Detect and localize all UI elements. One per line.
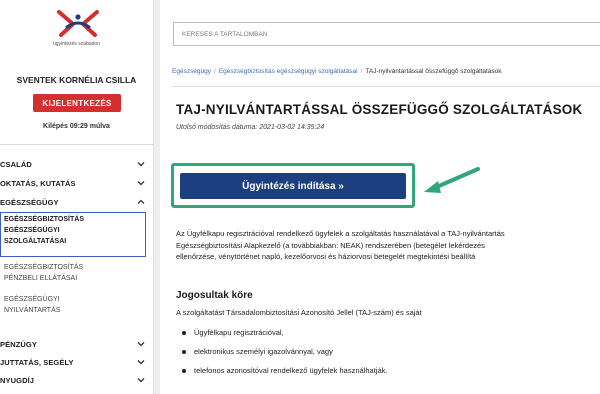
description-paragraph: Az Ügyfélkapu regisztrációval rendelkező…	[176, 228, 600, 263]
logout-button[interactable]: KIJELENTKEZÉS	[33, 94, 121, 112]
nav-item-juttatas[interactable]: JUTTATÁS, SEGÉLY	[0, 355, 153, 369]
section-title-jogosultak: Jogosultak köre	[176, 290, 253, 301]
chevron-down-icon	[137, 162, 145, 167]
breadcrumb-divider	[172, 86, 600, 87]
chevron-down-icon	[137, 378, 145, 383]
breadcrumb-link-egeszsegbiztositas[interactable]: Egészségbiztosítás egészségügyi szolgált…	[219, 68, 358, 75]
logout-timer: Kilépés 09:29 múlva	[43, 123, 110, 130]
breadcrumb: Egészségügy / Egészségbiztosítás egészségü…	[172, 68, 502, 75]
nav-item-penzugy[interactable]: PÉNZÜGY	[0, 337, 153, 351]
nav-item-label: CSALÁD	[0, 159, 32, 169]
list-item: telefonos azonosítóval rendelkező ügyfel…	[180, 361, 580, 380]
subitem-line: SZOLGÁLTATÁSAI	[4, 238, 67, 245]
chevron-down-icon	[137, 342, 145, 347]
sidebar-divider	[0, 144, 153, 145]
list-item: Ügyfélkapu regisztrációval,	[180, 323, 580, 342]
sidebar-scrollbar[interactable]	[153, 0, 160, 394]
nav-item-nyugdij[interactable]: NYUGDÍJ	[0, 373, 153, 387]
nav-item-label: EGÉSZSÉGÜGY	[0, 197, 59, 207]
chevron-up-icon	[137, 199, 145, 204]
page-title: TAJ-NYILVÁNTARTÁSSAL ÖSSZEFÜGGŐ SZOLGÁLT…	[176, 102, 583, 117]
start-procedure-button[interactable]: Ügyintézés indítása »	[180, 173, 406, 199]
subitem-line: EGÉSZSÉGÜGYI	[4, 227, 60, 234]
search-box[interactable]	[173, 22, 600, 46]
paragraph-line: Az Ügyfélkapu regisztrációval rendelkező…	[176, 229, 505, 238]
breadcrumb-separator: /	[214, 68, 216, 75]
list-item: elektronikus személyi igazolvánnyal, vag…	[180, 342, 580, 361]
nav-item-label: OKTATÁS, KUTATÁS	[0, 178, 76, 188]
user-name: SVENTEK KORNÉLIA CSILLA	[16, 75, 137, 85]
section-text: A szolgáltatást Társadalombiztosítási Az…	[176, 308, 422, 317]
subitem-line: PÉNZBELI ELLÁTÁSAI	[4, 275, 78, 282]
paragraph-line: Egészségbiztosítási Alapkezelő (a tovább…	[176, 240, 485, 250]
breadcrumb-separator: /	[360, 68, 363, 75]
chevron-down-icon	[137, 360, 145, 365]
main-content: Egészségügy/Egészségbiztosítás egészségü…	[160, 0, 600, 394]
nav-item-label: JUTTATÁS, SEGÉLY	[0, 357, 74, 367]
pointer-arrow-icon	[424, 167, 480, 193]
subitem-line: EGÉSZSÉGBIZTOSÍTÁS	[4, 216, 84, 223]
subitem-line: EGÉSZSÉGBIZTOSÍTÁS	[4, 264, 84, 271]
last-modified: Utolsó módosítás dátuma: 2021-03-02 14:3…	[176, 124, 325, 131]
logo-text: ügyintézés szabadon	[53, 41, 100, 47]
sidebar-subitem-egeszsegbiztositas-szolgaltatasai[interactable]: EGÉSZSÉGBIZTOSÍTÁS EGÉSZSÉGÜGYI SZOLGÁLT…	[0, 212, 146, 257]
subitem-line: EGÉSZSÉGÜGYI	[4, 296, 60, 303]
nav-item-egeszsegugy[interactable]: EGÉSZSÉGÜGY	[0, 195, 153, 209]
sidebar-subitem-penzbeli-ellatasai[interactable]: EGÉSZSÉGBIZTOSÍTÁS PÉNZBELI ELLÁTÁSAI	[0, 262, 146, 284]
subitem-line: NYILVÁNTARTÁS	[4, 307, 61, 314]
breadcrumb-current: TAJ-nyilvántartással összefüggő szolgált…	[365, 68, 502, 75]
breadcrumb-link-egeszsegugy[interactable]: Egészségügy	[172, 68, 211, 75]
sidebar: ügyintézés szabadon SVENTEK KORNÉLIA CSI…	[0, 0, 153, 394]
paragraph-line: ellenőrzése, vénytörténet napló, kezelőo…	[176, 252, 476, 261]
eligibility-list: Ügyfélkapu regisztrációval, elektronikus…	[180, 323, 580, 380]
nav-item-label: PÉNZÜGY	[0, 339, 37, 349]
nav-item-oktatas[interactable]: OKTATÁS, KUTATÁS	[0, 176, 153, 190]
nav-item-label: NYUGDÍJ	[0, 375, 35, 385]
sidebar-subitem-egeszsegugyi-nyilvantartas[interactable]: EGÉSZSÉGÜGYI NYILVÁNTARTÁS	[0, 294, 146, 316]
nav-item-csalad[interactable]: CSALÁD	[0, 157, 153, 171]
search-input[interactable]	[174, 23, 600, 46]
logo-icon[interactable]	[53, 8, 103, 38]
start-button-highlight: Ügyintézés indítása »	[171, 163, 415, 208]
chevron-down-icon	[137, 181, 145, 186]
